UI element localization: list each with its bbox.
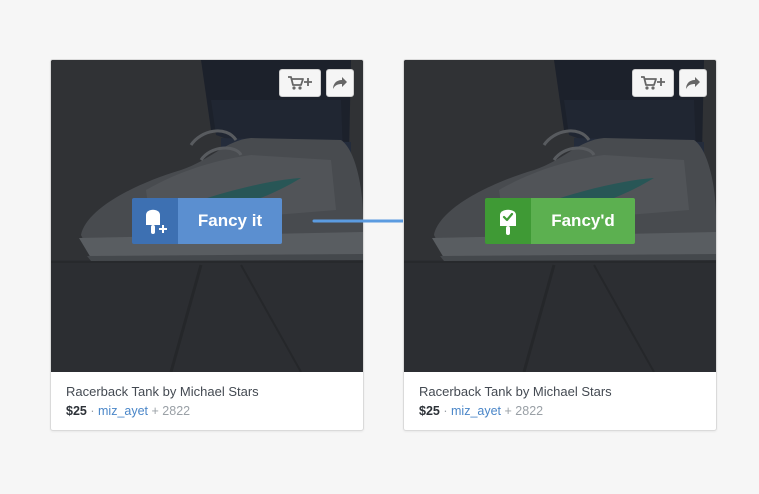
popsicle-plus-icon (146, 209, 167, 234)
product-info: Racerback Tank by Michael Stars $25 · mi… (51, 372, 363, 430)
popsicle-check-icon (500, 209, 516, 235)
fancy-it-label: Fancy it (178, 198, 282, 244)
add-to-cart-button[interactable] (632, 69, 674, 97)
meta-separator: · (443, 404, 448, 418)
fancied-label: Fancy'd (531, 198, 635, 244)
product-info: Racerback Tank by Michael Stars $25 · mi… (404, 372, 716, 430)
product-meta: $25 · miz_ayet + 2822 (66, 403, 348, 419)
share-button[interactable] (326, 69, 354, 97)
fancy-icon-box (132, 198, 178, 244)
product-price: $25 (66, 404, 87, 418)
share-arrow-icon (686, 77, 700, 89)
product-title[interactable]: Racerback Tank by Michael Stars (419, 384, 701, 400)
add-to-cart-button[interactable] (279, 69, 321, 97)
product-title[interactable]: Racerback Tank by Michael Stars (66, 384, 348, 400)
fancy-count: + 2822 (504, 404, 544, 418)
product-image[interactable]: Fancy'd (404, 60, 716, 372)
meta-separator: · (90, 404, 95, 418)
share-button[interactable] (679, 69, 707, 97)
product-price: $25 (419, 404, 440, 418)
share-arrow-icon (333, 77, 347, 89)
fancy-count: + 2822 (151, 404, 191, 418)
cart-add-icon (641, 76, 665, 90)
cart-add-icon (288, 76, 312, 90)
product-card[interactable]: Fancy it Racerback Tank by Michael Stars… (50, 59, 364, 431)
fancied-button[interactable]: Fancy'd (485, 198, 635, 244)
fancied-icon-box (485, 198, 531, 244)
username-link[interactable]: miz_ayet (98, 404, 148, 418)
product-card[interactable]: Fancy'd Racerback Tank by Michael Stars … (403, 59, 717, 431)
username-link[interactable]: miz_ayet (451, 404, 501, 418)
fancy-it-button[interactable]: Fancy it (132, 198, 282, 244)
product-meta: $25 · miz_ayet + 2822 (419, 403, 701, 419)
